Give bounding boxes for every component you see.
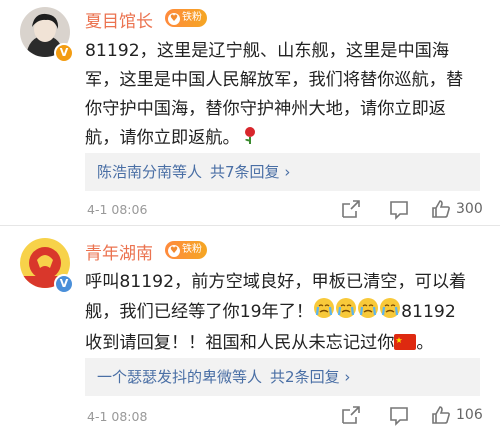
like-count: 300 (456, 201, 483, 217)
verified-badge-icon: V (54, 274, 74, 294)
comment-line-tail: 81192 (401, 302, 456, 322)
reply-count: 共7条回复 (210, 163, 280, 181)
timestamp: 4-1 08:08 (87, 409, 148, 424)
chevron-right-icon: › (279, 163, 291, 181)
username[interactable]: 青年湖南 (85, 239, 153, 264)
comment-line: 军，这里是中国人民解放军，我们将替你巡航，替 (85, 70, 464, 90)
crying-emoji (313, 297, 335, 329)
comment-line-tail: 。 (416, 333, 434, 353)
chevron-right-icon: › (339, 368, 351, 386)
share-icon[interactable] (340, 198, 362, 220)
fan-badge-label: 铁粉 (182, 244, 202, 255)
fan-badge: ♥ 铁粉 (165, 9, 207, 27)
reply-count: 共2条回复 (270, 368, 340, 386)
replies-summary[interactable]: 陈浩南分南等人 共7条回复 › (85, 153, 480, 191)
like-count: 106 (456, 407, 483, 423)
verified-badge-icon: V (54, 43, 74, 63)
comment-line: 航，请你立即返航。 (85, 128, 240, 148)
reply-names: 陈浩南分南等人 (97, 163, 203, 181)
china-flag-emoji (394, 331, 417, 360)
comment-line: 81192，这里是辽宁舰、山东舰，这里是中国海 (85, 41, 450, 61)
fan-badge: ♥ 铁粉 (165, 241, 207, 259)
comment-text: 81192，这里是辽宁舰、山东舰，这里是中国海 军，这里是中国人民解放军，我们将… (85, 37, 490, 155)
timestamp: 4-1 08:06 (87, 202, 148, 217)
username[interactable]: 夏目馆长 (85, 7, 153, 32)
crying-emoji (335, 297, 357, 329)
comment-line: 呼叫81192，前方空域良好，甲板已清空，可以着 (85, 272, 467, 292)
rose-emoji (240, 125, 260, 155)
heart-icon: ♥ (168, 13, 180, 25)
comment-item: V 夏目馆长 ♥ 铁粉 81192，这里是辽宁舰、山东舰，这里是中国海 军，这里是… (0, 0, 500, 226)
crying-emoji (357, 297, 379, 329)
comment-line-last: 航，请你立即返航。 (85, 124, 490, 155)
like-icon[interactable] (430, 404, 452, 426)
replies-summary[interactable]: 一个瑟瑟发抖的卑微等人 共2条回复 › (85, 358, 480, 396)
like-icon[interactable] (430, 198, 452, 220)
crying-emoji (379, 297, 401, 329)
comment-item: V 青年湖南 ♥ 铁粉 呼叫81192，前方空域良好，甲板已清空，可以着 舰，我们… (0, 226, 500, 431)
fan-badge-label: 铁粉 (182, 12, 202, 23)
share-icon[interactable] (340, 404, 362, 426)
comment-line-3: 收到请回复！！祖国和人民从未忘记过你 。 (85, 329, 490, 360)
reply-names-suffix: 等人 (232, 368, 263, 386)
comment-icon[interactable] (388, 404, 410, 426)
comment-icon[interactable] (388, 198, 410, 220)
heart-icon: ♥ (168, 245, 180, 257)
comment-line: 舰，我们已经等了你19年了！ (85, 302, 314, 322)
reply-names: 一个瑟瑟发抖的卑微 (97, 368, 233, 386)
comment-text: 呼叫81192，前方空域良好，甲板已清空，可以着 舰，我们已经等了你19年了！ 8… (85, 268, 490, 360)
comment-line-2: 舰，我们已经等了你19年了！ 81192 (85, 297, 490, 329)
comment-line: 收到请回复！！祖国和人民从未忘记过你 (85, 333, 395, 353)
comment-line: 你守护中国海，替你守护神州大地，请你立即返 (85, 99, 446, 119)
